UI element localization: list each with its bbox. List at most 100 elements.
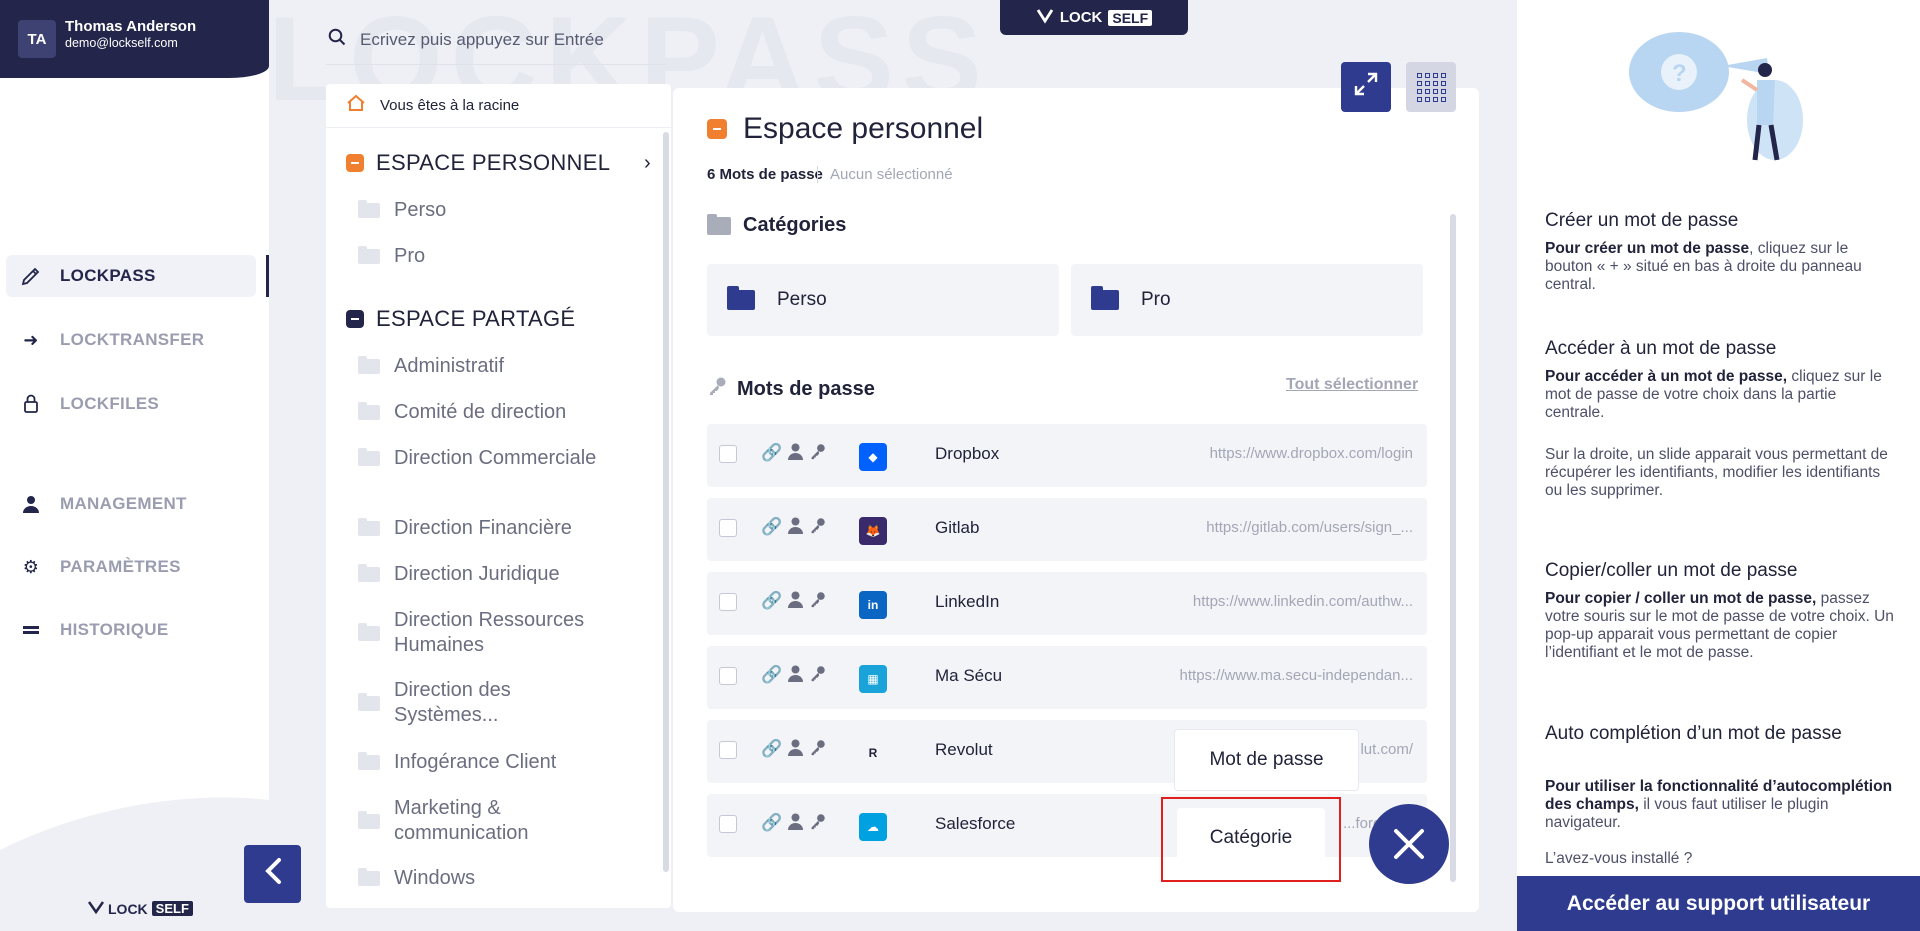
tree-item-administratif[interactable]: Administratif [358,354,504,379]
folder-icon [358,402,380,420]
link-icon[interactable]: 🔗 [761,443,782,465]
nav-label: PARAMÈTRES [60,557,181,576]
link-icon[interactable]: 🔗 [761,813,782,835]
tree-item-comite[interactable]: Comité de direction [358,400,566,425]
row-checkbox[interactable] [719,593,737,611]
nav-label: LOCKPASS [60,266,156,285]
nav-item-lockfiles[interactable]: LOCKFILES [6,383,256,425]
close-add-menu-button[interactable] [1369,804,1449,884]
tree-item-commerciale[interactable]: Direction Commerciale [358,446,598,471]
tree-item-marketing[interactable]: Marketing & communication [358,796,558,846]
personal-space-icon [346,154,364,172]
add-password-option[interactable]: Mot de passe [1174,729,1359,791]
tree-item-perso[interactable]: Perso [358,198,446,223]
help-link-plugin[interactable]: L’avez-vous installé ? [1545,850,1895,868]
active-indicator [266,255,269,297]
tree-item-pro[interactable]: Pro [358,244,425,269]
key-icon[interactable] [809,665,826,687]
table-row[interactable]: 🔗 in LinkedIn https://www.linkedin.com/auth… [707,572,1427,635]
categories-heading: Catégories [707,213,846,237]
tree-item-windows[interactable]: Windows [358,866,475,891]
user-name: Thomas Anderson [65,18,197,35]
tree-item-infogerance[interactable]: Infogérance Client [358,750,556,775]
row-checkbox[interactable] [719,667,737,685]
main-scrollbar[interactable] [1450,214,1456,882]
password-name: Salesforce [935,814,1016,833]
key-icon[interactable] [809,443,826,465]
nav-item-management[interactable]: MANAGEMENT [6,483,256,525]
expand-button[interactable] [1341,62,1391,112]
password-count: 6 Mots de passe [707,166,823,183]
link-icon[interactable]: 🔗 [761,739,782,761]
category-card-perso[interactable]: Perso [707,264,1059,336]
category-card-pro[interactable]: Pro [1071,264,1423,336]
masecu-logo-icon: ▦ [859,665,887,693]
nav-item-locktransfer[interactable]: ➜ LOCKTRANSFER [6,319,256,361]
select-all-link[interactable]: Tout sélectionner [1286,376,1418,394]
close-icon [1392,814,1426,874]
row-actions: 🔗 [761,813,826,835]
nav-label: HISTORIQUE [60,620,169,639]
user-icon[interactable] [788,443,804,465]
footer-logo: LOCK SELF [87,900,193,917]
passwords-heading: Mots de passe [707,376,875,402]
folder-icon [358,246,380,264]
left-navigation: TA Thomas Anderson demo@lockself.com LOC… [0,0,269,931]
nav-label: MANAGEMENT [60,494,187,513]
search-input[interactable]: Ecrivez puis appuyez sur Entrée [360,30,604,50]
table-row[interactable]: 🔗 🦊 Gitlab https://gitlab.com/users/sign_..… [707,498,1427,561]
table-row[interactable]: 🔗 ◆ Dropbox https://www.dropbox.com/login [707,424,1427,487]
key-icon[interactable] [809,517,826,539]
table-row[interactable]: 🔗 ▦ Ma Sécu https://www.ma.secu-independan.… [707,646,1427,709]
tree-scrollbar[interactable] [663,132,669,872]
avatar[interactable]: TA [18,20,56,58]
support-button[interactable]: Accéder au support utilisateur [1517,876,1920,931]
key-icon[interactable] [809,739,826,761]
page-title: Espace personnel [707,112,983,146]
help-text-autocomplete: Pour utiliser la fonctionnalité d’autoco… [1545,778,1893,831]
link-icon[interactable]: 🔗 [761,591,782,613]
link-icon[interactable]: 🔗 [761,517,782,539]
revolut-logo-icon: R [868,746,878,760]
row-checkbox[interactable] [719,815,737,833]
row-actions: 🔗 [761,443,826,465]
lock-icon [20,393,42,415]
lockself-top-logo: LOCK SELF [1000,0,1188,35]
nav-item-parametres[interactable]: ⚙ PARAMÈTRES [6,546,256,588]
user-icon[interactable] [788,665,804,687]
chevron-left-icon [264,855,282,894]
folder-icon [358,752,380,770]
search-bar[interactable]: Ecrivez puis appuyez sur Entrée [328,22,748,58]
tree-shared-space[interactable]: ESPACE PARTAGÉ [346,306,575,332]
nav-item-lockpass[interactable]: LOCKPASS [6,255,256,297]
folder-icon [727,286,755,310]
help-title-autocomplete: Auto complétion d’un mot de passe [1545,723,1842,744]
key-icon[interactable] [809,813,826,835]
user-icon[interactable] [788,591,804,613]
tree-personal-space[interactable]: ESPACE PERSONNEL › [346,150,651,176]
tree-item-financiere[interactable]: Direction Financière [358,516,572,541]
user-header[interactable]: TA Thomas Anderson demo@lockself.com [0,0,269,78]
nav-item-historique[interactable]: HISTORIQUE [6,609,256,651]
row-actions: 🔗 [761,591,826,613]
key-icon[interactable] [809,591,826,613]
breadcrumb[interactable]: Vous êtes à la racine [326,84,671,128]
row-checkbox[interactable] [719,741,737,759]
user-icon[interactable] [788,813,804,835]
user-icon[interactable] [788,517,804,539]
user-icon[interactable] [788,739,804,761]
tree-item-systemes[interactable]: Direction des Systèmes... [358,678,558,728]
collapse-nav-button[interactable] [244,845,301,903]
shared-space-icon [346,310,364,328]
row-checkbox[interactable] [719,445,737,463]
equals-icon [20,619,42,641]
grid-view-button[interactable] [1406,62,1456,112]
link-icon[interactable]: 🔗 [761,665,782,687]
lockself-logo-icon [87,900,105,917]
tree-item-rh[interactable]: Direction Ressources Humaines [358,608,628,658]
password-name: Gitlab [935,518,980,537]
tree-item-juridique[interactable]: Direction Juridique [358,562,560,587]
password-name: LinkedIn [935,592,1000,611]
gitlab-logo-icon: 🦊 [859,517,887,545]
row-checkbox[interactable] [719,519,737,537]
